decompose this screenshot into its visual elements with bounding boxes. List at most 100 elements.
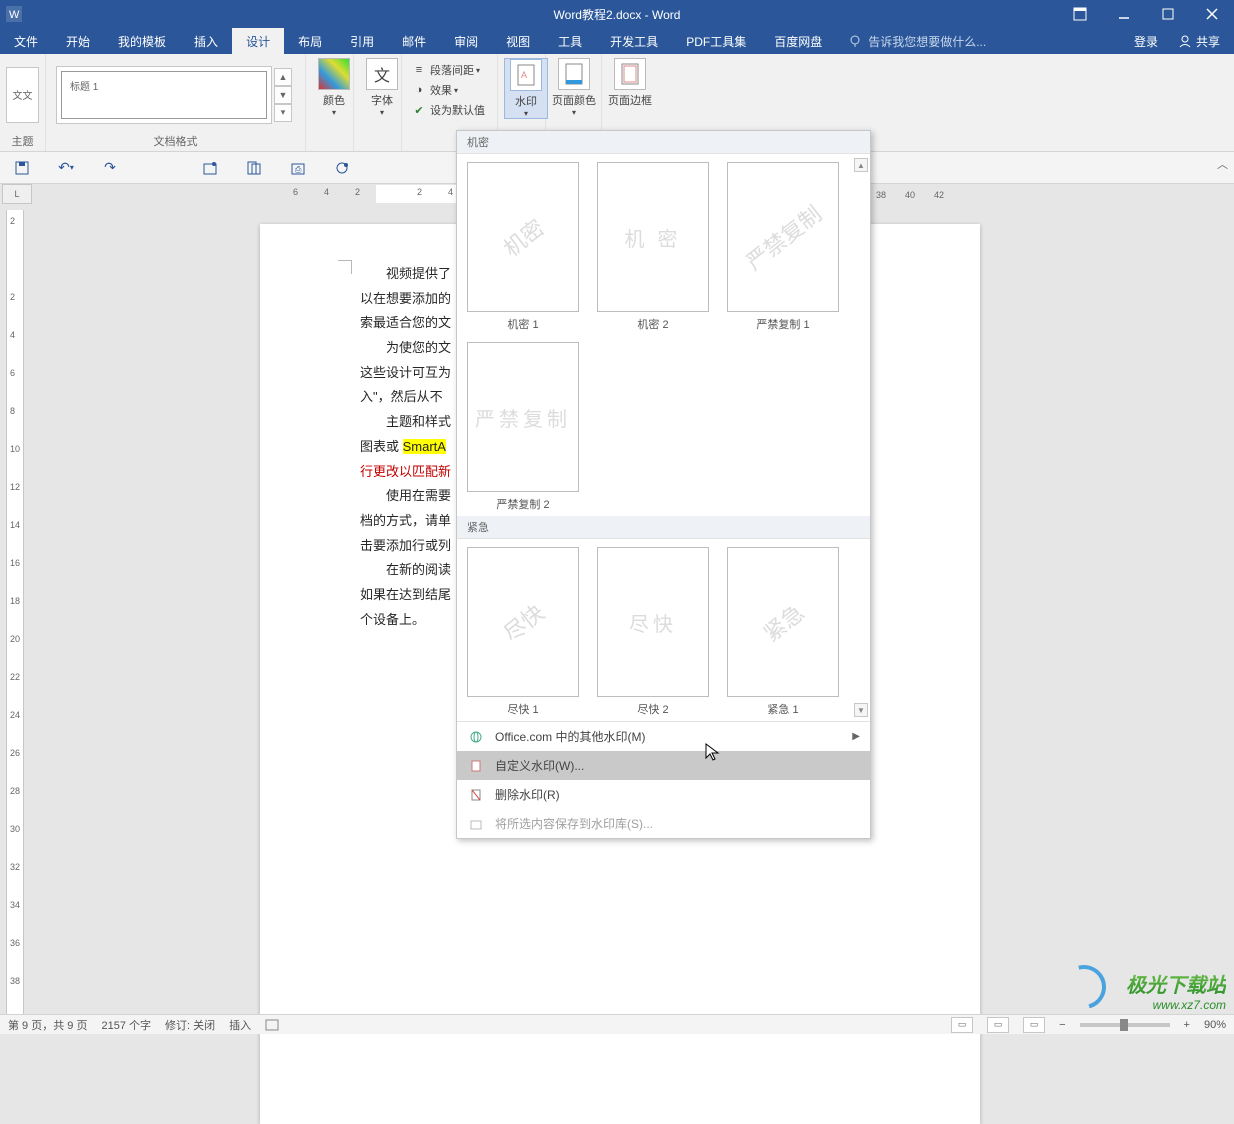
page-icon [467, 758, 485, 774]
watermark-caption: 严禁复制 2 [496, 492, 549, 512]
remove-icon [467, 787, 485, 803]
svg-text:W: W [9, 9, 20, 21]
watermark-button[interactable]: A 水印▾ [504, 58, 548, 119]
maximize-button[interactable] [1146, 0, 1190, 28]
watermark-caption: 尽快 1 [507, 697, 538, 717]
status-track-changes[interactable]: 修订: 关闭 [165, 1017, 215, 1033]
save-button[interactable] [8, 156, 36, 180]
tell-me-placeholder: 告诉我您想要做什么... [868, 33, 986, 50]
qat-btn-2[interactable] [240, 156, 268, 180]
chevron-right-icon: ▶ [852, 731, 860, 742]
qat-btn-3[interactable]: ⎙ [284, 156, 312, 180]
person-icon [1178, 34, 1192, 48]
tab-insert[interactable]: 插入 [180, 28, 232, 54]
page-borders-icon [614, 58, 646, 90]
paragraph-spacing-button[interactable]: ≡段落间距 ▾ [408, 60, 491, 80]
view-web-layout[interactable]: ▭ [1023, 1017, 1045, 1033]
qat-btn-4[interactable] [328, 156, 356, 180]
menu-save-watermark: 将所选内容保存到水印库(S)... [457, 809, 870, 838]
watermark-template[interactable]: 机密机密 1 [467, 162, 579, 332]
watermark-section-confidential: 机密 [457, 131, 870, 154]
watermark-template[interactable]: 紧急紧急 1 [727, 547, 839, 717]
effects-icon: ◑ [412, 83, 426, 97]
wm-scroll-down[interactable]: ▼ [854, 703, 868, 717]
title-bar: W Word教程2.docx - Word [0, 0, 1234, 28]
menu-office-watermarks[interactable]: Office.com 中的其他水印(M) ▶ [457, 722, 870, 751]
fonts-icon: 文 [366, 58, 398, 90]
spacing-icon: ≡ [412, 63, 426, 77]
svg-text:A: A [521, 70, 527, 80]
qat-btn-1[interactable] [196, 156, 224, 180]
watermark-template[interactable]: 严禁复制严禁复制 1 [727, 162, 839, 332]
minimize-button[interactable] [1102, 0, 1146, 28]
themes-button[interactable]: 文文 [6, 67, 39, 123]
tab-design[interactable]: 设计 [232, 28, 284, 54]
watermark-menu: Office.com 中的其他水印(M) ▶ 自定义水印(W)... 删除水印(… [457, 721, 870, 838]
status-insert-mode[interactable]: 插入 [229, 1017, 251, 1033]
ruler-corner[interactable]: L [2, 184, 32, 204]
status-page[interactable]: 第 9 页，共 9 页 [8, 1017, 87, 1033]
zoom-out-button[interactable]: − [1059, 1019, 1065, 1031]
tab-developer[interactable]: 开发工具 [596, 28, 672, 54]
watermark-caption: 紧急 1 [767, 697, 798, 717]
view-print-layout[interactable]: ▭ [987, 1017, 1009, 1033]
style-set-gallery[interactable]: 标题 1 [56, 66, 272, 124]
vertical-ruler[interactable]: 22468101214161820222426283032343638 [0, 204, 30, 1014]
ribbon-display-options[interactable] [1058, 0, 1102, 28]
tab-mailings[interactable]: 邮件 [388, 28, 440, 54]
status-language-icon[interactable] [265, 1019, 279, 1031]
tab-tools[interactable]: 工具 [544, 28, 596, 54]
ribbon-tabs: 文件 开始 我的模板 插入 设计 布局 引用 邮件 审阅 视图 工具 开发工具 … [0, 28, 1234, 54]
tab-baidu[interactable]: 百度网盘 [760, 28, 836, 54]
menu-remove-watermark[interactable]: 删除水印(R) [457, 780, 870, 809]
status-bar: 第 9 页，共 9 页 2157 个字 修订: 关闭 插入 ▭ ▭ ▭ − + … [0, 1014, 1234, 1034]
site-watermark: 极光下载站 www.xz7.com [1126, 969, 1226, 1012]
watermark-section-urgent: 紧急 [457, 516, 870, 539]
watermark-caption: 严禁复制 1 [756, 312, 809, 332]
effects-button[interactable]: ◑效果 ▾ [408, 80, 491, 100]
colors-button[interactable]: 颜色▾ [312, 58, 356, 117]
undo-button[interactable]: ↶ ▾ [52, 156, 80, 180]
tab-view[interactable]: 视图 [492, 28, 544, 54]
menu-custom-watermark[interactable]: 自定义水印(W)... [457, 751, 870, 780]
globe-icon [467, 729, 485, 745]
share-button[interactable]: 共享 [1168, 33, 1230, 50]
collapse-ribbon-icon[interactable]: ︿ [1217, 156, 1228, 172]
zoom-slider[interactable] [1080, 1023, 1170, 1027]
check-icon: ✔ [412, 103, 426, 117]
watermark-template[interactable]: 尽快尽快 2 [597, 547, 709, 717]
tab-pdf-tools[interactable]: PDF工具集 [672, 28, 760, 54]
tab-my-templates[interactable]: 我的模板 [104, 28, 180, 54]
signin-button[interactable]: 登录 [1124, 33, 1168, 50]
tab-home[interactable]: 开始 [52, 28, 104, 54]
zoom-level[interactable]: 90% [1204, 1019, 1226, 1031]
colors-icon [318, 58, 350, 90]
save-selection-icon [467, 816, 485, 832]
fonts-button[interactable]: 文 字体▾ [360, 58, 404, 117]
style-gallery-scroll[interactable]: ▲▼▾ [274, 68, 292, 122]
set-default-button[interactable]: ✔设为默认值 [408, 100, 491, 120]
tab-file[interactable]: 文件 [0, 28, 52, 54]
tab-review[interactable]: 审阅 [440, 28, 492, 54]
page-color-button[interactable]: 页面颜色▾ [552, 58, 596, 117]
app-icon: W [0, 0, 28, 28]
svg-text:⎙: ⎙ [295, 165, 302, 174]
page-color-icon [558, 58, 590, 90]
watermark-template[interactable]: 尽快尽快 1 [467, 547, 579, 717]
redo-button[interactable]: ↷ [96, 156, 124, 180]
watermark-template[interactable]: 机 密机密 2 [597, 162, 709, 332]
doc-formatting-label: 文档格式 [52, 131, 299, 149]
close-button[interactable] [1190, 0, 1234, 28]
view-read-mode[interactable]: ▭ [951, 1017, 973, 1033]
tab-references[interactable]: 引用 [336, 28, 388, 54]
watermark-caption: 机密 2 [637, 312, 668, 332]
watermark-icon: A [510, 59, 542, 91]
tab-layout[interactable]: 布局 [284, 28, 336, 54]
red-text: 行更改以匹配新 [360, 464, 451, 479]
status-word-count[interactable]: 2157 个字 [101, 1017, 151, 1033]
watermark-template[interactable]: 严禁复制严禁复制 2 [467, 342, 579, 512]
page-borders-button[interactable]: 页面边框 [608, 58, 652, 108]
zoom-in-button[interactable]: + [1184, 1019, 1190, 1031]
tell-me-search[interactable]: 告诉我您想要做什么... [836, 28, 1124, 54]
wm-scroll-up[interactable]: ▲ [854, 158, 868, 172]
